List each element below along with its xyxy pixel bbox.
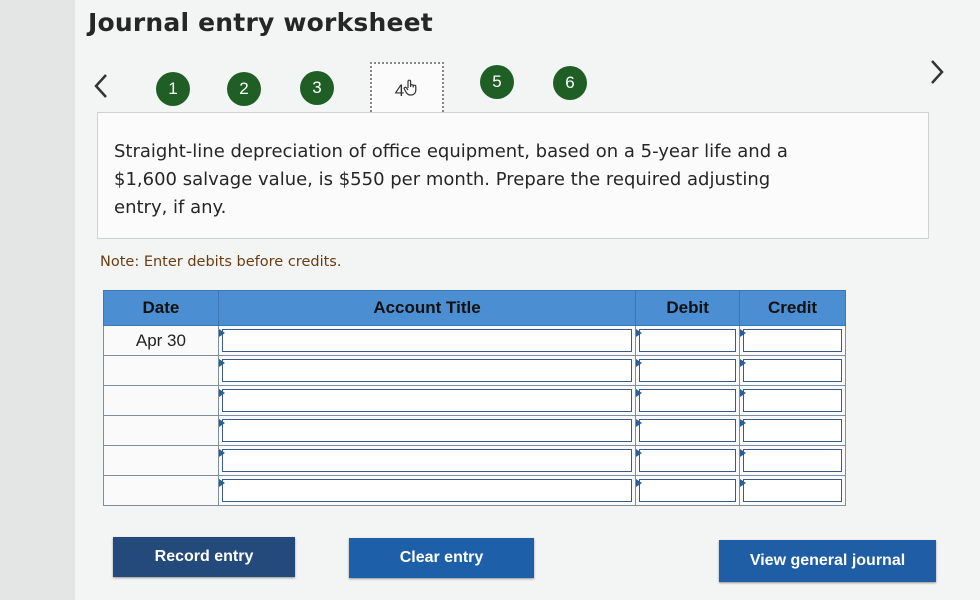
credit-field[interactable] [739, 355, 846, 386]
step-6-button[interactable]: 6 [553, 66, 587, 100]
chevron-right-icon[interactable] [928, 58, 946, 92]
field-marker-icon [636, 479, 643, 487]
step-5-button[interactable]: 5 [480, 65, 514, 99]
field-marker-icon [218, 329, 225, 337]
record-entry-button[interactable]: Record entry [113, 537, 295, 577]
field-marker-icon [636, 359, 643, 367]
account-title-field[interactable] [217, 355, 637, 386]
debit-field[interactable] [635, 325, 741, 356]
note-text: Note: Enter debits before credits. [100, 254, 342, 270]
step-1-button[interactable]: 1 [156, 72, 190, 106]
credit-field-input[interactable] [743, 419, 842, 442]
clear-entry-button[interactable]: Clear entry [349, 538, 534, 578]
account-title-field-input[interactable] [221, 389, 633, 412]
credit-field[interactable] [739, 445, 846, 476]
debit-field[interactable] [635, 355, 741, 386]
account-title-field[interactable] [217, 475, 637, 506]
field-marker-icon [636, 449, 643, 457]
debit-field-input[interactable] [639, 389, 737, 412]
journal-row [103, 385, 846, 416]
page-title: Journal entry worksheet [88, 8, 433, 37]
field-marker-icon [740, 359, 747, 367]
credit-header: Credit [739, 290, 846, 326]
debit-field-input[interactable] [639, 329, 737, 352]
account-title-field[interactable] [217, 415, 637, 446]
field-marker-icon [740, 449, 747, 457]
date-cell [103, 385, 219, 416]
journal-row [103, 355, 846, 386]
journal-row [103, 415, 846, 446]
date-cell [103, 355, 219, 386]
account-title-field[interactable] [217, 325, 637, 356]
credit-field-input[interactable] [743, 479, 842, 502]
account-title-field-input[interactable] [221, 479, 633, 502]
date-cell [103, 475, 219, 506]
question-text: Straight-line depreciation of office equ… [114, 141, 788, 218]
journal-header-row: Date Account Title Debit Credit [103, 290, 846, 326]
debit-field-input[interactable] [639, 419, 737, 442]
debit-field[interactable] [635, 475, 741, 506]
credit-field[interactable] [739, 475, 846, 506]
credit-field[interactable] [739, 415, 846, 446]
debit-header: Debit [635, 290, 741, 326]
credit-field-input[interactable] [743, 389, 842, 412]
journal-row [103, 445, 846, 476]
debit-field-input[interactable] [639, 449, 737, 472]
field-marker-icon [218, 479, 225, 487]
hand-pointer-icon [403, 65, 419, 119]
date-cell: Apr 30 [103, 325, 219, 356]
field-marker-icon [218, 449, 225, 457]
account-title-header: Account Title [217, 290, 637, 326]
credit-field-input[interactable] [743, 329, 842, 352]
field-marker-icon [636, 419, 643, 427]
debit-field[interactable] [635, 445, 741, 476]
step-3-button[interactable]: 3 [300, 71, 334, 105]
date-cell [103, 415, 219, 446]
account-title-field[interactable] [217, 385, 637, 416]
credit-field-input[interactable] [743, 359, 842, 382]
field-marker-icon [740, 419, 747, 427]
field-marker-icon [740, 479, 747, 487]
account-title-field-input[interactable] [221, 359, 633, 382]
field-marker-icon [636, 329, 643, 337]
question-box: Straight-line depreciation of office equ… [97, 112, 929, 239]
debit-field-input[interactable] [639, 359, 737, 382]
field-marker-icon [218, 389, 225, 397]
account-title-field-input[interactable] [221, 329, 633, 352]
field-marker-icon [218, 359, 225, 367]
account-title-field-input[interactable] [221, 449, 633, 472]
debit-field-input[interactable] [639, 479, 737, 502]
account-title-field[interactable] [217, 445, 637, 476]
debit-field[interactable] [635, 415, 741, 446]
date-cell [103, 445, 219, 476]
view-general-journal-button[interactable]: View general journal [719, 540, 936, 582]
field-marker-icon [740, 389, 747, 397]
journal-row: Apr 30 [103, 325, 846, 356]
field-marker-icon [218, 419, 225, 427]
journal-table: Date Account Title Debit Credit Apr 30 [103, 290, 846, 506]
date-header: Date [103, 290, 219, 326]
credit-field[interactable] [739, 325, 846, 356]
credit-field[interactable] [739, 385, 846, 416]
step-2-button[interactable]: 2 [227, 72, 261, 106]
credit-field-input[interactable] [743, 449, 842, 472]
field-marker-icon [740, 329, 747, 337]
account-title-field-input[interactable] [221, 419, 633, 442]
journal-row [103, 475, 846, 506]
debit-field[interactable] [635, 385, 741, 416]
chevron-left-icon[interactable] [92, 72, 110, 106]
field-marker-icon [636, 389, 643, 397]
